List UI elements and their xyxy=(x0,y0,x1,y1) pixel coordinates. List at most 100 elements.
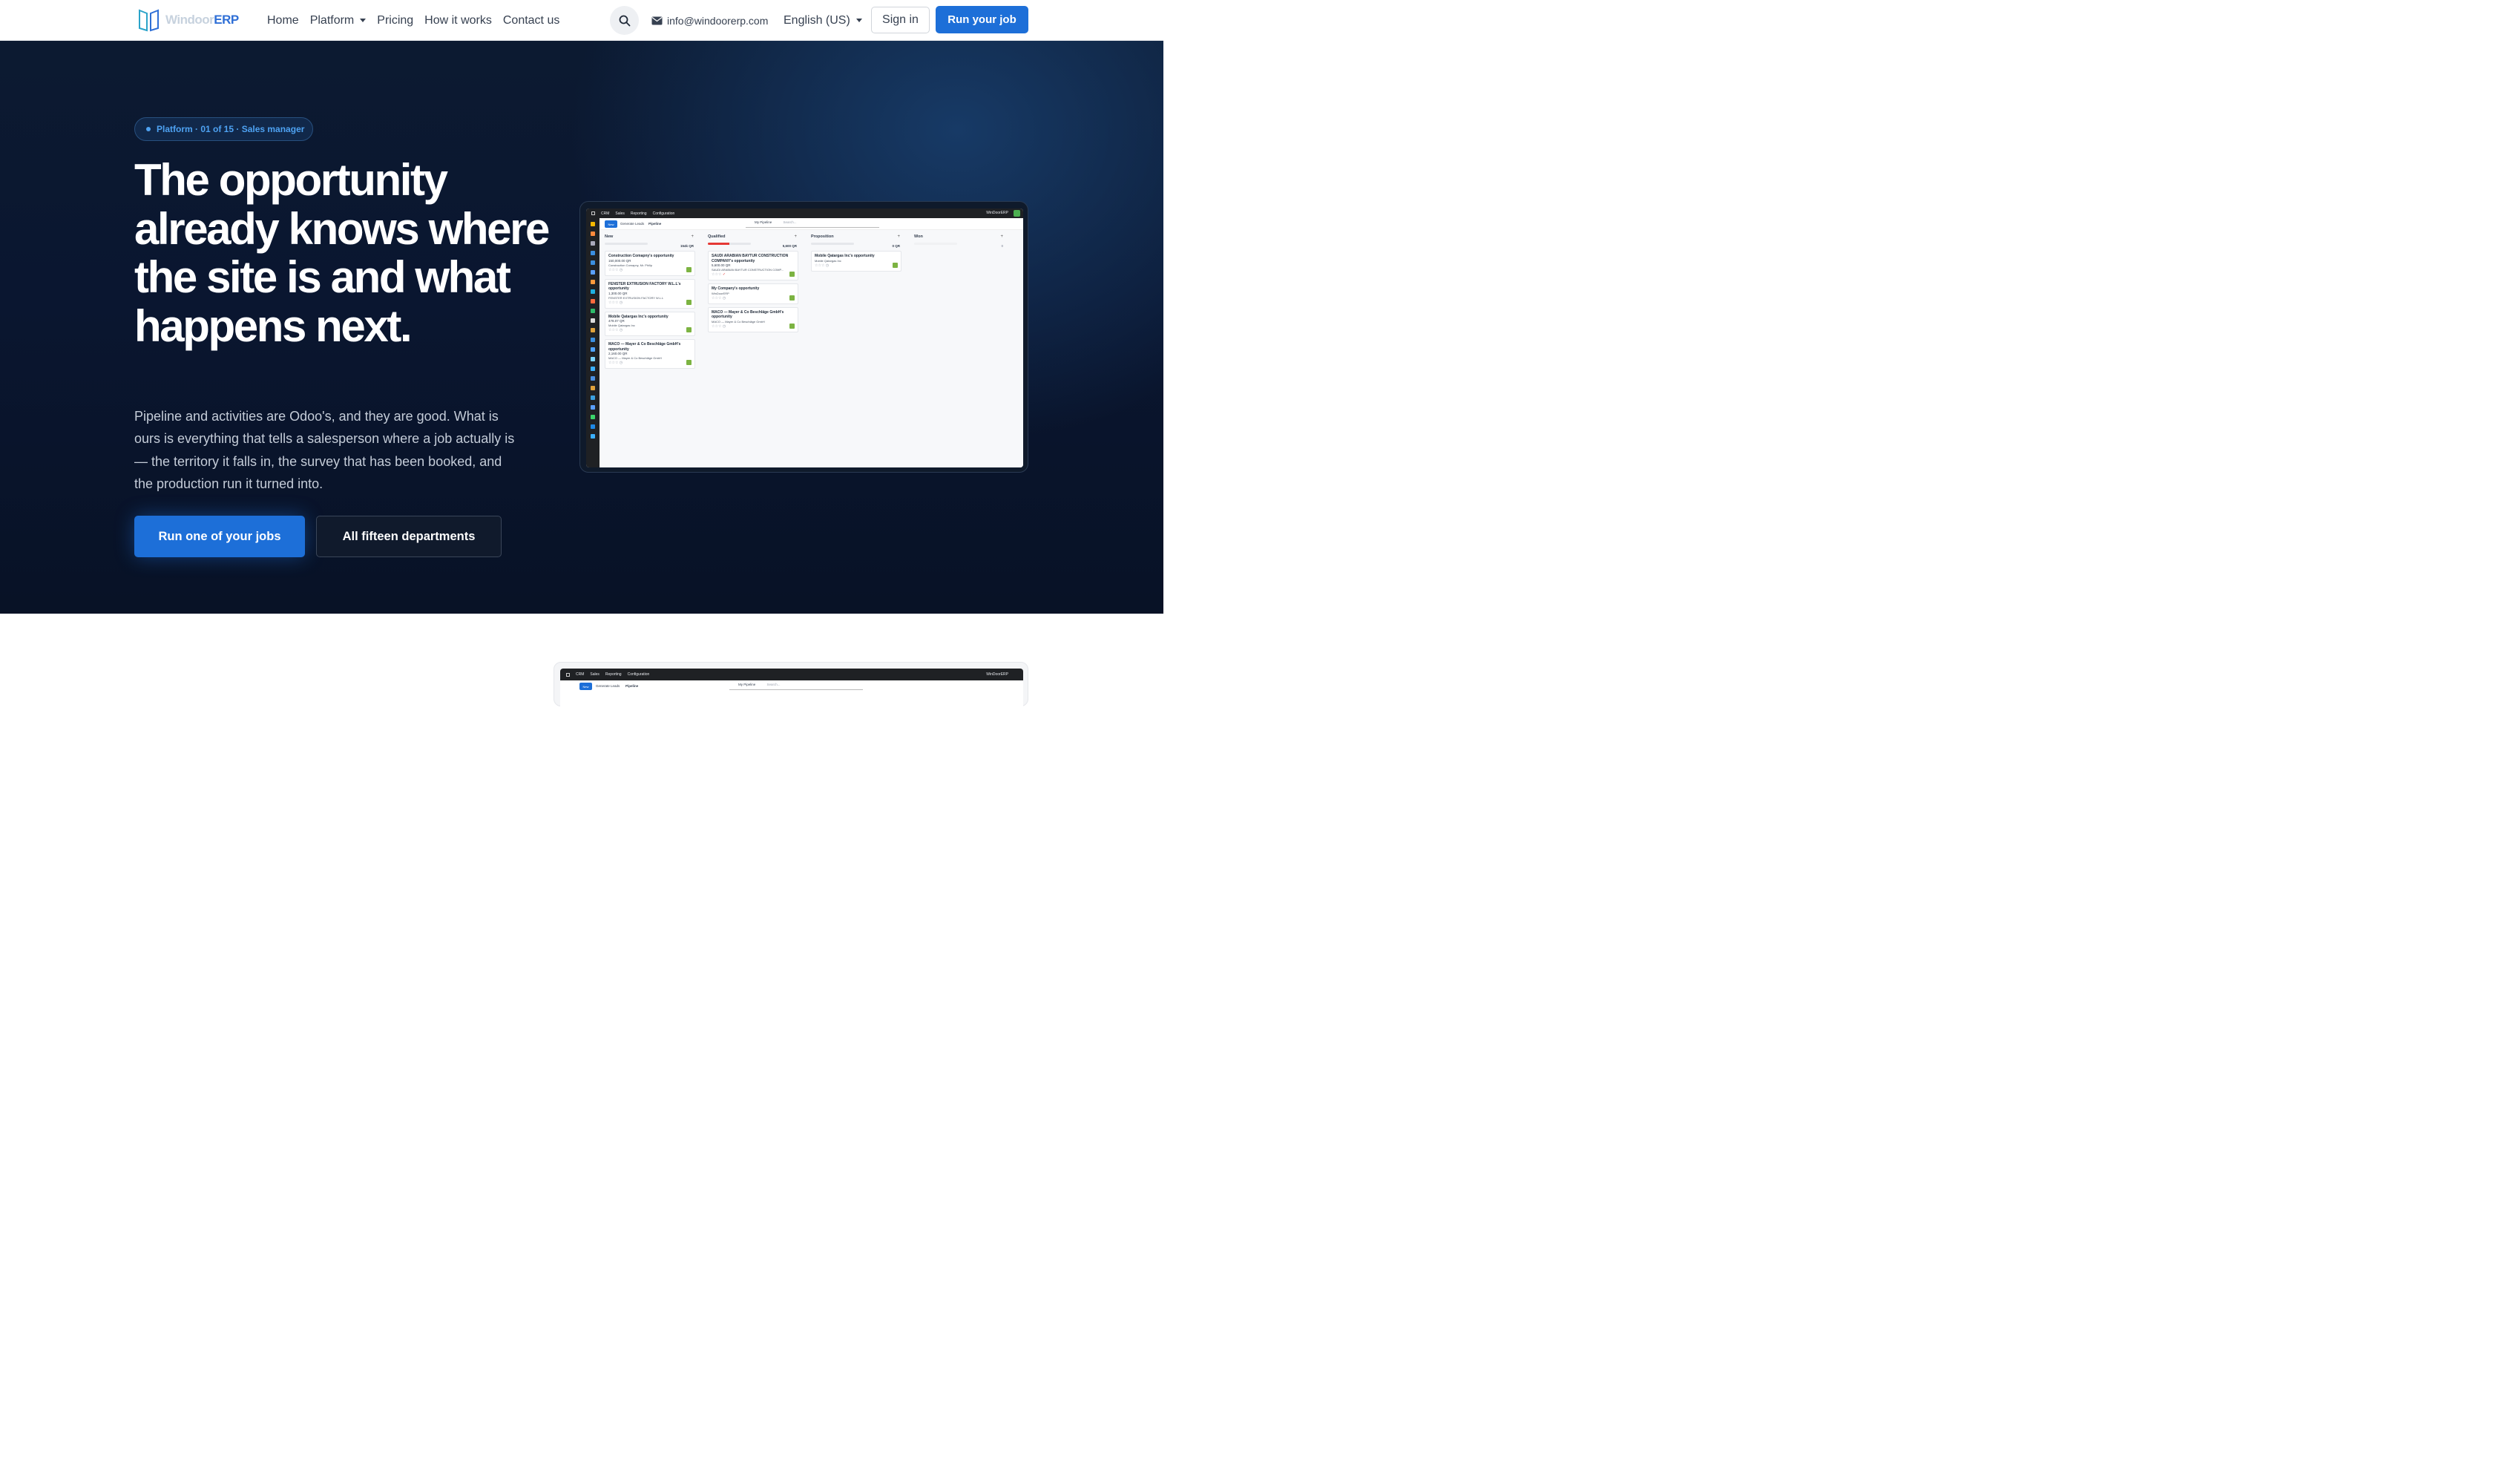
mockup-generate-leads: Generate Leads xyxy=(620,222,645,226)
card-title: FENSTER EXTRUSION FACTORY W.L.L's opport… xyxy=(608,281,681,292)
nav-pricing[interactable]: Pricing xyxy=(377,14,413,27)
app-icon xyxy=(591,424,595,429)
app-icon xyxy=(591,367,595,371)
kanban-column-won: Won + 0 xyxy=(914,234,1006,248)
column-sum: 5,600 QR xyxy=(782,244,797,248)
app-icon xyxy=(591,434,595,439)
section-badge: Platform · 01 of 15 · Sales manager xyxy=(134,117,313,141)
main-nav: Home Platform Pricing How it works Conta… xyxy=(267,0,559,41)
app-icon xyxy=(591,318,595,323)
avatar xyxy=(686,299,692,305)
app-icon xyxy=(591,415,595,419)
mockup-control-panel: New Generate Leads Pipeline My Pipeline … xyxy=(560,680,1023,692)
mockup-pipeline-title: Pipeline xyxy=(648,222,662,226)
app-icon xyxy=(591,260,595,265)
mockup-menu-configuration: Configuration xyxy=(652,211,675,216)
app-icon xyxy=(591,270,595,275)
app-icon xyxy=(591,386,595,390)
apps-icon xyxy=(591,211,595,215)
kanban-column-new: New + 154k QR Construction Comapny's opp… xyxy=(605,234,697,372)
logo-icon xyxy=(139,9,159,31)
app-icon xyxy=(591,376,595,381)
app-icon xyxy=(591,251,595,255)
app-icon xyxy=(591,299,595,303)
kanban-card: Mobile Qatargas Inc's opportunity Mobile… xyxy=(811,251,901,272)
avatar xyxy=(893,262,898,268)
hero-section: Platform · 01 of 15 · Sales manager The … xyxy=(0,41,1163,614)
mockup-pipeline-title: Pipeline xyxy=(625,684,639,688)
column-sum: 154k QR xyxy=(680,244,694,248)
mockup-filter-facet: My Pipeline xyxy=(738,683,756,686)
star-rating-icon: ☆☆☆ ◷ xyxy=(712,324,726,329)
top-navbar: WindoorERP Home Platform Pricing How it … xyxy=(0,0,1163,41)
mockup-search-placeholder: Search... xyxy=(783,220,797,224)
run-your-job-button[interactable]: Run your job xyxy=(936,6,1028,33)
kanban-card: MACO — Mayer & Co Beschläge GmbH's oppor… xyxy=(708,306,798,332)
search-icon xyxy=(619,15,630,26)
column-sum: 0 QR xyxy=(892,244,900,248)
column-sum: 0 xyxy=(1001,244,1003,248)
mockup-control-panel: New Generate Leads Pipeline My Pipeline … xyxy=(600,218,1023,230)
app-icon xyxy=(591,222,595,226)
sign-in-button[interactable]: Sign in xyxy=(871,7,930,33)
app-icon xyxy=(591,232,595,236)
app-icon xyxy=(591,347,595,352)
star-rating-icon: ☆☆☆ ◷ xyxy=(608,300,623,305)
hero-headline: The opportunity already knows where the … xyxy=(134,155,550,351)
mockup-menu-crm: CRM xyxy=(576,672,585,677)
star-rating-icon: ☆☆☆ ◷ xyxy=(712,295,726,301)
chevron-down-icon xyxy=(855,19,862,22)
app-icon xyxy=(591,328,595,332)
card-title: MACO — Mayer & Co Beschläge GmbH's oppor… xyxy=(608,342,681,352)
plus-icon: + xyxy=(897,234,900,239)
mockup-generate-leads: Generate Leads xyxy=(596,684,620,688)
column-progress xyxy=(914,243,957,245)
email-text: info@windoorerp.com xyxy=(667,14,769,27)
kanban-column-proposition: Proposition + 0 QR Mobile Qatargas Inc's… xyxy=(811,234,903,275)
hero-lead: Pipeline and activities are Odoo's, and … xyxy=(134,409,515,491)
mockup-sidebar xyxy=(586,218,600,467)
mockup-topbar: CRM Sales Reporting Configuration WinDoo… xyxy=(560,669,1023,680)
crm-mockup-secondary: CRM Sales Reporting Configuration WinDoo… xyxy=(560,669,1023,713)
avatar xyxy=(1014,210,1020,217)
star-rating-icon: ☆☆☆ ◷ xyxy=(608,328,623,332)
nav-how-it-works[interactable]: How it works xyxy=(424,14,492,27)
search-button[interactable] xyxy=(610,6,639,35)
avatar xyxy=(789,272,795,277)
kanban-card: SAUDI ARABIAN BAYTUR CONSTRUCTION COMPAN… xyxy=(708,251,798,280)
mockup-menu-sales: Sales xyxy=(615,211,625,216)
nav-contact[interactable]: Contact us xyxy=(503,14,559,27)
app-icon xyxy=(591,357,595,361)
kanban-column-qualified: Qualified + 5,600 QR SAUDI ARABIAN BAYTU… xyxy=(708,234,800,335)
language-selector[interactable]: English (US) xyxy=(784,0,862,41)
mockup-menu-sales: Sales xyxy=(590,672,600,677)
mockup-search-placeholder: Search... xyxy=(766,683,781,686)
app-icon xyxy=(591,395,595,400)
mockup-menu-reporting: Reporting xyxy=(630,211,647,216)
star-rating-icon: ☆☆☆ ◷ xyxy=(608,361,623,365)
nav-platform[interactable]: Platform xyxy=(310,14,367,27)
all-departments-button[interactable]: All fifteen departments xyxy=(316,516,502,557)
app-icon xyxy=(591,280,595,284)
column-title: Won xyxy=(914,234,923,239)
badge-dot-icon xyxy=(146,127,151,131)
run-one-of-your-jobs-button[interactable]: Run one of your jobs xyxy=(134,516,305,557)
nav-platform-label: Platform xyxy=(309,13,355,27)
avatar xyxy=(789,295,795,301)
mockup-user: WinDoorERP xyxy=(986,672,1008,677)
mockup-user: WinDoorERP xyxy=(986,211,1008,215)
column-title: New xyxy=(605,234,614,239)
avatar xyxy=(686,327,692,332)
email-link[interactable]: info@windoorerp.com xyxy=(651,0,768,41)
avatar xyxy=(789,323,795,329)
plus-icon: + xyxy=(691,234,694,239)
logo[interactable]: WindoorERP xyxy=(138,7,239,33)
star-rating-icon: ☆☆☆ ✓ xyxy=(712,272,726,277)
plus-icon: + xyxy=(1000,234,1003,239)
logo-text: WindoorERP xyxy=(165,13,239,27)
avatar xyxy=(686,266,692,272)
nav-home[interactable]: Home xyxy=(267,14,299,27)
envelope-icon xyxy=(651,16,663,24)
mockup-search: My Pipeline Search... xyxy=(729,683,863,690)
kanban-card: Construction Comapny's opportunity 150,0… xyxy=(605,251,695,276)
